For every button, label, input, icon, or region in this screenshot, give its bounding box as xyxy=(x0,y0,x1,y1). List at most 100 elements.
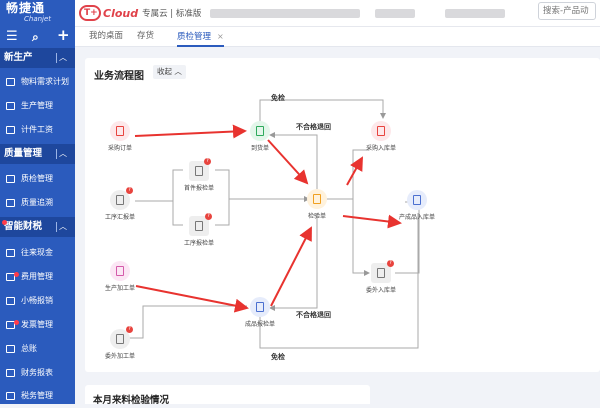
sidebar-item-invoice[interactable]: 发票管理 xyxy=(0,313,75,337)
node-first-article-inspection[interactable]: ? 首件报检单 xyxy=(169,158,229,192)
sidebar-item-label: 总账 xyxy=(21,344,37,353)
sidebar-item-piece-wage[interactable]: 计件工资 xyxy=(0,118,75,142)
tab-inspection-management[interactable]: 质检管理 × xyxy=(177,27,224,47)
redacted-text xyxy=(445,9,505,18)
sidebar-item-inspection-mgmt[interactable]: 质检管理 xyxy=(0,167,75,191)
product-inbound-icon xyxy=(407,190,427,210)
plus-icon[interactable]: + xyxy=(57,28,70,43)
document-icon xyxy=(6,345,15,353)
sidebar-group-label: 新生产 xyxy=(4,52,33,63)
redacted-text xyxy=(210,9,360,18)
sidebar-item-tax[interactable]: 税务管理 xyxy=(0,384,75,408)
node-production-order[interactable]: 生产加工单 xyxy=(90,261,150,292)
sidebar-item-label: 财务报表 xyxy=(21,368,53,377)
redacted-text xyxy=(375,9,415,18)
top-bar: T+ Cloud 专属云 | 标准版 xyxy=(75,0,600,27)
production-order-icon xyxy=(110,261,130,281)
business-flow-card: 业务流程图 收起 ︿ 免检 不合格退回 不合格退回 免检 采购订单 到货单 采购… xyxy=(85,58,600,372)
chevron-up-icon: ︿ xyxy=(59,53,67,62)
edge-label-reject: 不合格退回 xyxy=(296,311,331,319)
tab-inventory[interactable]: 存货 xyxy=(137,27,154,47)
node-label: 委外入库单 xyxy=(365,287,396,294)
node-purchase-inbound[interactable]: 采购入库单 xyxy=(351,121,411,152)
edge-label-exempt: 免检 xyxy=(271,94,285,102)
sidebar-item-traceability[interactable]: 质量追溯 xyxy=(0,191,75,215)
document-icon xyxy=(6,297,15,305)
cloud-logo-icon: T+ xyxy=(79,5,101,21)
tab-my-desktop[interactable]: 我的桌面 xyxy=(89,27,123,47)
notification-dot xyxy=(14,320,19,325)
node-work-report[interactable]: ? 工序汇报单 xyxy=(90,187,150,221)
node-label: 工序报检单 xyxy=(183,240,214,247)
monthly-inspection-card: 本月来料检验情况 xyxy=(85,385,370,406)
chevron-up-icon: ︿ xyxy=(59,222,67,231)
search-icon[interactable]: ⌕ xyxy=(32,30,39,44)
question-badge-icon: ? xyxy=(126,187,133,194)
logo-text: 畅捷通 xyxy=(6,1,46,15)
question-badge-icon: ? xyxy=(126,326,133,333)
sidebar-item-mrp[interactable]: 物料需求计划 xyxy=(0,70,75,94)
sidebar-item-cash[interactable]: 往来现金 xyxy=(0,241,75,265)
sidebar-item-label: 税务管理 xyxy=(21,391,53,400)
brand-name: Cloud xyxy=(103,6,139,20)
question-badge-icon: ? xyxy=(387,260,394,267)
document-icon xyxy=(6,102,15,110)
sidebar-group-quality[interactable]: 质量管理 ︿ xyxy=(0,144,75,164)
document-icon xyxy=(6,126,15,134)
chevron-up-icon: ︿ xyxy=(59,149,67,158)
node-product-inbound[interactable]: 产成品入库单 xyxy=(387,190,447,221)
purchase-inbound-icon xyxy=(371,121,391,141)
node-label: 成品报检单 xyxy=(244,321,275,328)
menu-icon[interactable]: ☰ xyxy=(6,30,18,44)
tab-bar: 我的桌面 存货 质检管理 × xyxy=(75,27,600,47)
node-outsource-order[interactable]: ? 委外加工单 xyxy=(90,326,150,360)
notification-dot xyxy=(2,220,7,225)
red-arrow xyxy=(346,156,363,186)
global-search-input[interactable] xyxy=(538,2,596,20)
document-icon xyxy=(6,175,15,183)
document-icon xyxy=(6,249,15,257)
sidebar: 畅捷通 Chanjet ☰ ⌕ + 新生产 ︿ 物料需求计划 生产管理 计件工资… xyxy=(0,0,75,404)
sidebar-group-new-production[interactable]: 新生产 ︿ xyxy=(0,48,75,68)
node-label: 采购订单 xyxy=(107,145,132,152)
sidebar-item-reports[interactable]: 财务报表 xyxy=(0,361,75,385)
node-arrival-note[interactable]: 到货单 xyxy=(230,121,290,152)
sidebar-group-finance[interactable]: 智能财税 ︿ xyxy=(0,217,75,237)
app-logo[interactable]: 畅捷通 Chanjet xyxy=(0,0,75,27)
close-icon[interactable]: × xyxy=(217,32,224,41)
document-icon xyxy=(6,78,15,86)
tab-label: 质检管理 xyxy=(177,32,212,42)
sidebar-item-label: 物料需求计划 xyxy=(21,77,69,86)
node-label: 采购入库单 xyxy=(365,145,396,152)
document-icon xyxy=(6,392,15,400)
tab-label: 存货 xyxy=(137,31,155,41)
node-label: 生产加工单 xyxy=(104,285,135,292)
edge-label-exempt: 免检 xyxy=(271,353,285,361)
sidebar-item-label: 往来现金 xyxy=(21,248,53,257)
node-inspection-order[interactable]: 检验单 xyxy=(287,189,347,220)
sidebar-item-reimburse[interactable]: 小畅报销 xyxy=(0,289,75,313)
flow-line xyxy=(352,199,370,276)
node-finished-inspection[interactable]: 成品报检单 xyxy=(230,297,290,328)
inspection-order-icon xyxy=(307,189,327,209)
sidebar-item-ledger[interactable]: 总账 xyxy=(0,337,75,361)
sidebar-item-production[interactable]: 生产管理 xyxy=(0,94,75,118)
purchase-order-icon xyxy=(110,121,130,141)
node-purchase-order[interactable]: 采购订单 xyxy=(90,121,150,152)
sidebar-group-label: 智能财税 xyxy=(4,221,43,232)
tab-label: 我的桌面 xyxy=(89,31,124,41)
document-icon xyxy=(6,199,15,207)
question-badge-icon: ? xyxy=(205,213,212,220)
document-icon xyxy=(6,369,15,377)
sidebar-item-expense[interactable]: 费用管理 xyxy=(0,265,75,289)
brand-edition: 专属云 | 标准版 xyxy=(142,9,202,19)
node-label: 检验单 xyxy=(307,213,326,220)
finished-inspection-icon xyxy=(250,297,270,317)
edge-label-reject: 不合格退回 xyxy=(296,123,331,131)
sidebar-item-label: 质量追溯 xyxy=(21,198,53,207)
node-outsource-inbound[interactable]: ? 委外入库单 xyxy=(351,260,411,294)
node-process-inspection[interactable]: ? 工序报检单 xyxy=(169,213,229,247)
sidebar-item-label: 费用管理 xyxy=(21,272,53,281)
question-badge-icon: ? xyxy=(204,158,211,165)
node-label: 工序汇报单 xyxy=(104,214,135,221)
